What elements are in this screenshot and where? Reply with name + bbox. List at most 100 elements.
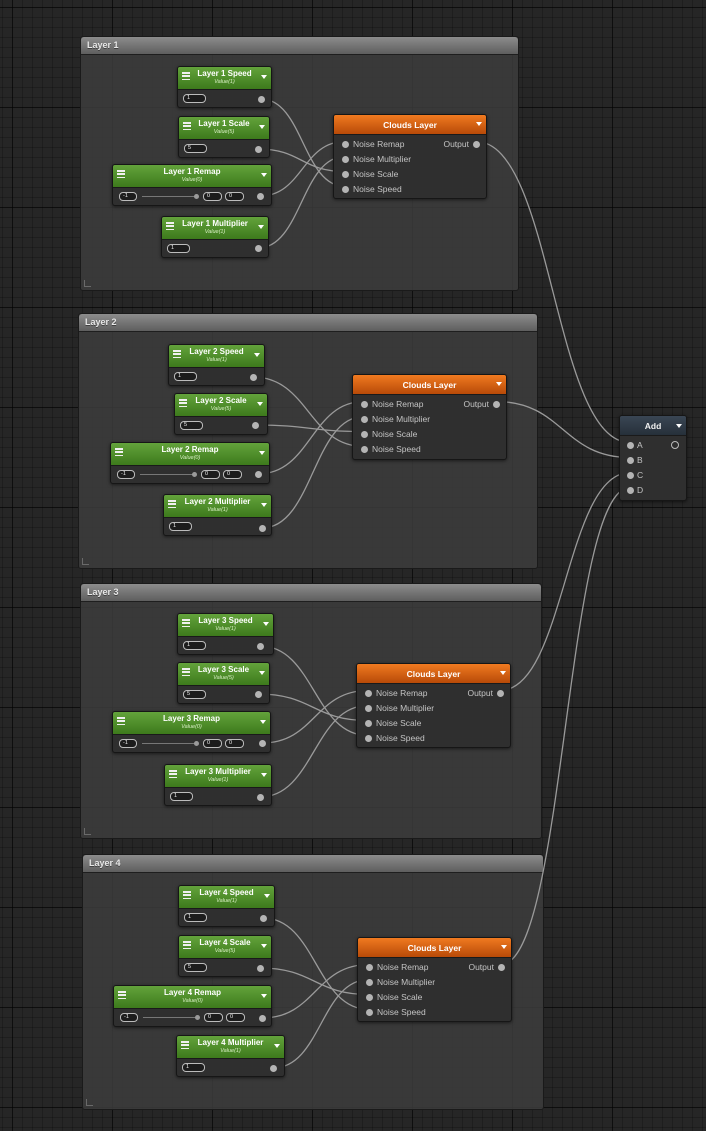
remap-slider-handle[interactable] (194, 194, 199, 199)
property-node-header[interactable]: Layer 1 Multiplier Value(1) (162, 217, 268, 240)
input-port[interactable] (365, 735, 372, 742)
input-port[interactable] (366, 994, 373, 1001)
remap-value-field[interactable]: 0 (225, 192, 244, 201)
clouds-layer-node[interactable]: Clouds Layer Noise Remap Noise Multiplier N… (357, 937, 512, 1022)
property-node-header[interactable]: Layer 2 Multiplier Value(1) (164, 495, 271, 518)
output-port[interactable] (493, 401, 500, 408)
property-node-header[interactable]: Layer 2 Scale Value(5) (175, 394, 267, 417)
output-port[interactable] (252, 422, 259, 429)
value-field[interactable]: 1 (182, 1063, 205, 1072)
group-title[interactable]: Layer 4 (83, 855, 543, 873)
caret-down-icon[interactable] (261, 75, 267, 79)
value-field[interactable]: 1 (170, 792, 193, 801)
output-slot[interactable]: Output (443, 139, 480, 149)
input-slot[interactable]: Noise Speed (342, 184, 402, 194)
caret-down-icon[interactable] (260, 720, 266, 724)
input-port[interactable] (361, 416, 368, 423)
remap-value-field[interactable]: 0 (203, 739, 222, 748)
output-port[interactable] (498, 964, 505, 971)
speed-property-node[interactable]: Layer 3 Speed Value(1) 1 (177, 613, 274, 655)
input-port[interactable] (366, 979, 373, 986)
speed-property-node[interactable]: Layer 4 Speed Value(1) 1 (178, 885, 275, 927)
input-port[interactable] (365, 720, 372, 727)
add-node[interactable]: Add A B C D (619, 415, 687, 501)
input-port[interactable] (361, 401, 368, 408)
input-port[interactable] (627, 442, 634, 449)
input-port[interactable] (342, 171, 349, 178)
input-slot[interactable]: Noise Scale (366, 992, 422, 1002)
property-node-header[interactable]: Layer 3 Speed Value(1) (178, 614, 273, 637)
value-field[interactable]: 5 (184, 144, 207, 153)
input-port[interactable] (627, 472, 634, 479)
clouds-layer-node[interactable]: Clouds Layer Noise Remap Noise Multiplier N… (356, 663, 511, 748)
add-node-header[interactable]: Add (620, 416, 686, 436)
property-node-header[interactable]: Layer 4 Speed Value(1) (179, 886, 274, 909)
property-node-header[interactable]: Layer 2 Remap Value(0) (111, 443, 269, 466)
remap-slider-track[interactable] (142, 743, 196, 744)
remap-min-field[interactable]: -1 (120, 1013, 138, 1022)
input-port[interactable] (342, 156, 349, 163)
remap-min-field[interactable]: -1 (119, 192, 137, 201)
clouds-layer-header[interactable]: Clouds Layer (357, 664, 510, 684)
property-node-header[interactable]: Layer 1 Remap Value(0) (113, 165, 271, 188)
resize-handle-icon[interactable] (82, 558, 89, 565)
resize-handle-icon[interactable] (86, 1099, 93, 1106)
remap-property-node[interactable]: Layer 2 Remap Value(0) -1 0 0 (110, 442, 270, 484)
remap-value-field[interactable]: 0 (226, 1013, 245, 1022)
speed-property-node[interactable]: Layer 1 Speed Value(1) 1 (177, 66, 272, 108)
caret-down-icon[interactable] (496, 382, 502, 386)
output-port[interactable] (255, 471, 262, 478)
output-slot[interactable]: Output (463, 399, 500, 409)
input-slot[interactable]: Noise Speed (366, 1007, 426, 1017)
caret-down-icon[interactable] (261, 994, 267, 998)
remap-min-field[interactable]: -1 (117, 470, 135, 479)
output-port[interactable] (259, 525, 266, 532)
input-slot[interactable]: C (627, 470, 643, 480)
caret-down-icon[interactable] (264, 894, 270, 898)
caret-down-icon[interactable] (259, 125, 265, 129)
value-field[interactable]: 5 (184, 963, 207, 972)
remap-slider-track[interactable] (143, 1017, 197, 1018)
input-port[interactable] (342, 141, 349, 148)
remap-value-field[interactable]: 0 (204, 1013, 223, 1022)
remap-slider-handle[interactable] (194, 741, 199, 746)
property-node-header[interactable]: Layer 3 Multiplier Value(1) (165, 765, 271, 788)
output-slot[interactable]: Output (467, 688, 504, 698)
input-slot[interactable]: Noise Multiplier (361, 414, 430, 424)
input-slot[interactable]: Noise Remap (342, 139, 405, 149)
input-port[interactable] (627, 457, 634, 464)
input-slot[interactable]: Noise Remap (366, 962, 429, 972)
caret-down-icon[interactable] (259, 671, 265, 675)
input-port[interactable] (361, 446, 368, 453)
caret-down-icon[interactable] (501, 945, 507, 949)
clouds-layer-header[interactable]: Clouds Layer (334, 115, 486, 135)
value-field[interactable]: 1 (174, 372, 197, 381)
output-port[interactable] (257, 643, 264, 650)
property-node-header[interactable]: Layer 3 Remap Value(0) (113, 712, 270, 735)
input-slot[interactable]: A (627, 440, 643, 450)
value-field[interactable]: 1 (183, 641, 206, 650)
remap-slider-handle[interactable] (192, 472, 197, 477)
output-port[interactable] (255, 245, 262, 252)
output-port[interactable] (257, 965, 264, 972)
input-port[interactable] (365, 690, 372, 697)
remap-property-node[interactable]: Layer 3 Remap Value(0) -1 0 0 (112, 711, 271, 753)
value-field[interactable]: 5 (183, 690, 206, 699)
output-port[interactable] (259, 1015, 266, 1022)
remap-property-node[interactable]: Layer 4 Remap Value(0) -1 0 0 (113, 985, 272, 1027)
scale-property-node[interactable]: Layer 4 Scale Value(5) 5 (178, 935, 272, 977)
input-slot[interactable]: Noise Multiplier (366, 977, 435, 987)
input-port[interactable] (627, 487, 634, 494)
output-port[interactable] (473, 141, 480, 148)
input-port[interactable] (361, 431, 368, 438)
remap-property-node[interactable]: Layer 1 Remap Value(0) -1 0 0 (112, 164, 272, 206)
remap-value-field[interactable]: 0 (201, 470, 220, 479)
resize-handle-icon[interactable] (84, 828, 91, 835)
remap-value-field[interactable]: 0 (203, 192, 222, 201)
scale-property-node[interactable]: Layer 3 Scale Value(5) 5 (177, 662, 270, 704)
input-slot[interactable]: Noise Scale (342, 169, 398, 179)
output-port[interactable] (497, 690, 504, 697)
multiplier-property-node[interactable]: Layer 1 Multiplier Value(1) 1 (161, 216, 269, 258)
remap-value-field[interactable]: 0 (223, 470, 242, 479)
remap-slider-track[interactable] (142, 196, 196, 197)
